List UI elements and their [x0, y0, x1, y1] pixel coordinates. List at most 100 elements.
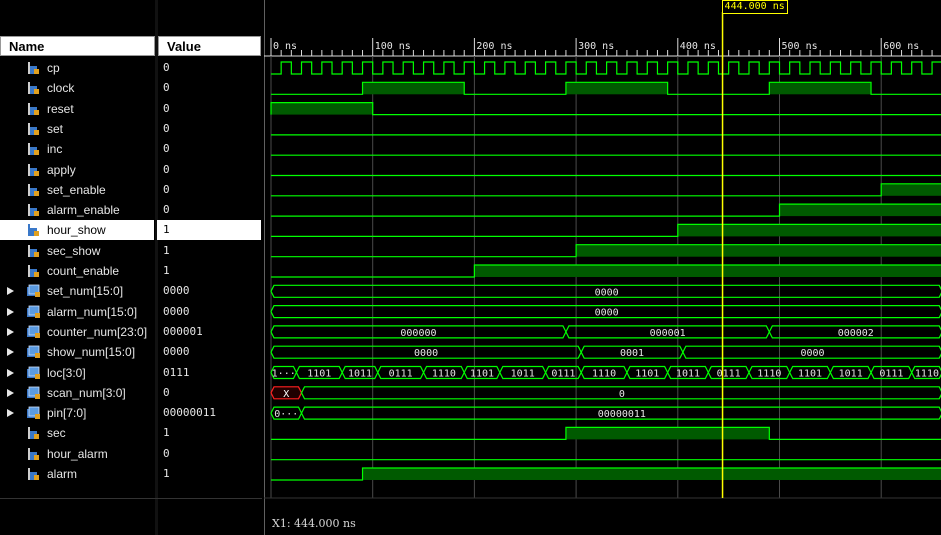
waveform-loc: 1··· 1101 1011 0111 1110 1101 1011 0111 1110 1101… — [270, 365, 941, 380]
signal-value: 0 — [163, 162, 170, 176]
high-region — [881, 183, 941, 196]
bus-value-label: 0111 — [879, 369, 903, 380]
signal-value: 0000 — [163, 345, 190, 359]
signal-value: 00000011 — [163, 406, 216, 420]
signal-name: set_num[15:0] — [47, 284, 124, 299]
signal-value: 1 — [163, 264, 170, 277]
signal-list-panel: Name Value cp 0 clock 0 reset 0 set 0 inc 0 apply 0… — [0, 0, 262, 535]
bus-value-label: 0000 — [595, 287, 619, 298]
ruler-tick-label: 400 ns — [680, 41, 716, 52]
signal-name: reset — [47, 101, 74, 116]
panel-divider — [0, 498, 262, 499]
signal-name: hour_show — [47, 223, 106, 238]
expand-arrow-icon[interactable] — [7, 348, 14, 357]
bus-value-label: 000000 — [400, 328, 436, 339]
high-region — [779, 204, 941, 217]
high-region — [565, 82, 668, 95]
bus-value-label: 1110 — [432, 369, 456, 380]
bit-signal-icon — [28, 244, 39, 257]
bus-value-label: 1101 — [470, 369, 494, 380]
name-column-header[interactable]: Name — [0, 36, 155, 56]
bit-signal-icon — [28, 427, 39, 440]
selected-value-highlight — [157, 220, 261, 241]
signal-name: hour_alarm — [47, 446, 108, 461]
bus-value-label: 1011 — [511, 369, 535, 380]
bus-signal-icon — [27, 325, 40, 338]
bit-signal-icon — [28, 204, 39, 217]
bus-value-label: 1101 — [635, 369, 659, 380]
bus-value-label: 00000011 — [598, 409, 646, 420]
expand-arrow-icon[interactable] — [7, 368, 14, 377]
bus-value-label: 0 — [619, 389, 625, 400]
signal-name: set_enable — [47, 182, 106, 197]
signal-name: loc[3:0] — [47, 365, 86, 380]
bit-signal-icon — [28, 468, 39, 480]
bus-value-label: 0001 — [620, 348, 644, 359]
expand-arrow-icon[interactable] — [7, 388, 14, 397]
bus-value-label: 1··· — [272, 369, 296, 380]
high-region — [474, 265, 941, 277]
signal-value: 0 — [163, 81, 170, 95]
bus-value-label: 0000 — [595, 308, 619, 319]
waveform-canvas[interactable]: 0 ns 100 ns 200 ns 300 ns 400 ns 500 ns 600 ns… — [264, 0, 941, 535]
high-region — [362, 468, 941, 480]
ruler-tick-label: 200 ns — [476, 41, 512, 52]
expand-arrow-icon[interactable] — [7, 287, 14, 296]
bit-signal-icon — [28, 447, 39, 460]
bus-value-label: 1011 — [348, 369, 372, 380]
ruler-tick-label: 600 ns — [883, 41, 919, 52]
signal-value: 1 — [163, 467, 170, 480]
bus-value-label: 1101 — [798, 369, 822, 380]
bit-signal-icon — [28, 62, 39, 74]
bus-value-label: 0000 — [801, 348, 825, 359]
signal-value: 0 — [163, 385, 170, 399]
signal-value: 0000 — [163, 284, 190, 298]
high-region — [677, 224, 941, 237]
signal-value: 0 — [163, 101, 170, 115]
high-region — [565, 427, 770, 440]
signal-name: apply — [47, 162, 76, 177]
expand-arrow-icon[interactable] — [7, 409, 14, 418]
column-separator[interactable] — [155, 0, 158, 535]
bus-signal-icon — [27, 284, 40, 298]
bus-signal-icon — [27, 406, 40, 420]
bus-value-label: 000001 — [650, 328, 686, 339]
signal-name: count_enable — [47, 264, 120, 278]
high-region — [271, 102, 373, 115]
signal-name: inc — [47, 142, 63, 157]
signal-value: 1 — [163, 223, 170, 237]
expand-arrow-icon[interactable] — [7, 307, 14, 316]
bus-value-label: 0··· — [274, 409, 298, 420]
high-region — [576, 244, 941, 257]
bit-signal-icon — [28, 163, 39, 176]
value-column-header[interactable]: Value — [158, 36, 261, 56]
bus-value-label: 1110 — [592, 369, 616, 380]
signal-value: 0 — [163, 446, 170, 460]
signal-value: 0 — [163, 121, 170, 135]
cursor-readout: X1: 444.000 ns — [272, 517, 356, 530]
bus-value-label: 0111 — [717, 369, 741, 380]
waveform-clock — [271, 81, 941, 95]
bit-signal-icon — [28, 102, 39, 115]
bit-signal-icon — [28, 143, 39, 156]
bus-value-label: 1011 — [839, 369, 863, 380]
ruler-tick-label: 0 ns — [273, 41, 297, 52]
signal-value: 0111 — [163, 365, 190, 379]
bus-signal-icon — [27, 345, 40, 359]
signal-value: 0 — [163, 142, 170, 156]
signal-value: 000001 — [163, 324, 203, 338]
signal-value: 0 — [163, 203, 170, 217]
cursor-time-label: 444.000 ns — [721, 0, 788, 14]
signal-name: scan_num[3:0] — [47, 385, 126, 400]
bus-value-label: 1101 — [307, 369, 331, 380]
expand-arrow-icon[interactable] — [7, 327, 14, 336]
bus-value-label: 000002 — [838, 328, 874, 339]
high-region — [769, 82, 872, 95]
bus-signal-icon — [27, 386, 40, 399]
bus-value-label: 0111 — [389, 369, 413, 380]
signal-name: show_num[15:0] — [47, 345, 136, 360]
signal-name: cp — [47, 61, 60, 75]
bit-signal-icon — [28, 122, 39, 135]
bit-signal-icon — [28, 82, 39, 95]
signal-value: 1 — [163, 243, 170, 257]
